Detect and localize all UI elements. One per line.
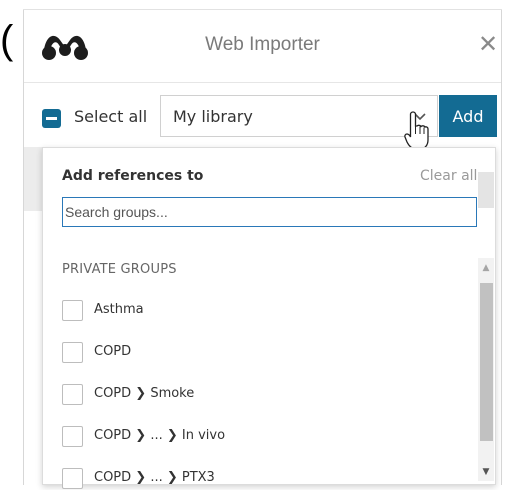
scrollbar-thumb[interactable] (480, 283, 493, 441)
checkbox[interactable] (62, 342, 83, 363)
list-item-label: COPD ❯ ... ❯ PTX3 (94, 470, 215, 485)
add-button[interactable]: Add (439, 95, 497, 137)
list-item[interactable]: COPD ❯ ... ❯ PTX3 (62, 466, 462, 490)
window-title: Web Importer (205, 34, 320, 55)
outer-scrollbar[interactable] (478, 172, 494, 208)
list-item-label: COPD (94, 344, 132, 359)
list-item-label: Asthma (94, 302, 144, 317)
scroll-down-icon[interactable]: ▼ (478, 466, 494, 478)
dropdown-heading: Add references to (62, 168, 204, 184)
overlay-shade (24, 147, 42, 211)
list-item-label: COPD ❯ Smoke (94, 386, 195, 401)
select-all-label[interactable]: Select all (74, 107, 147, 126)
checkbox[interactable] (62, 426, 83, 447)
search-groups-input[interactable] (62, 197, 477, 227)
section-title: PRIVATE GROUPS (62, 262, 177, 277)
checkbox[interactable] (62, 300, 83, 321)
header: Web Importer ✕ (24, 10, 501, 83)
close-icon[interactable]: ✕ (474, 30, 502, 58)
scroll-up-icon[interactable]: ▲ (478, 262, 494, 274)
select-all-checkbox[interactable] (42, 109, 61, 128)
list-item-label: COPD ❯ ... ❯ In vivo (94, 428, 226, 443)
background-page-text: ( (0, 18, 14, 62)
list-item[interactable]: COPD (62, 340, 462, 364)
group-dropdown: Add references to Clear all PRIVATE GROU… (42, 147, 496, 489)
checkbox[interactable] (62, 384, 83, 405)
window-border-right (501, 10, 502, 485)
list-item[interactable]: COPD ❯ Smoke (62, 382, 462, 406)
library-select-value: My library (173, 107, 253, 126)
list-item[interactable]: COPD ❯ ... ❯ In vivo (62, 424, 462, 448)
list-item[interactable]: Asthma (62, 298, 462, 322)
checkbox[interactable] (62, 468, 83, 489)
library-select[interactable]: My library (160, 95, 438, 137)
clear-all-link[interactable]: Clear all (420, 168, 477, 184)
